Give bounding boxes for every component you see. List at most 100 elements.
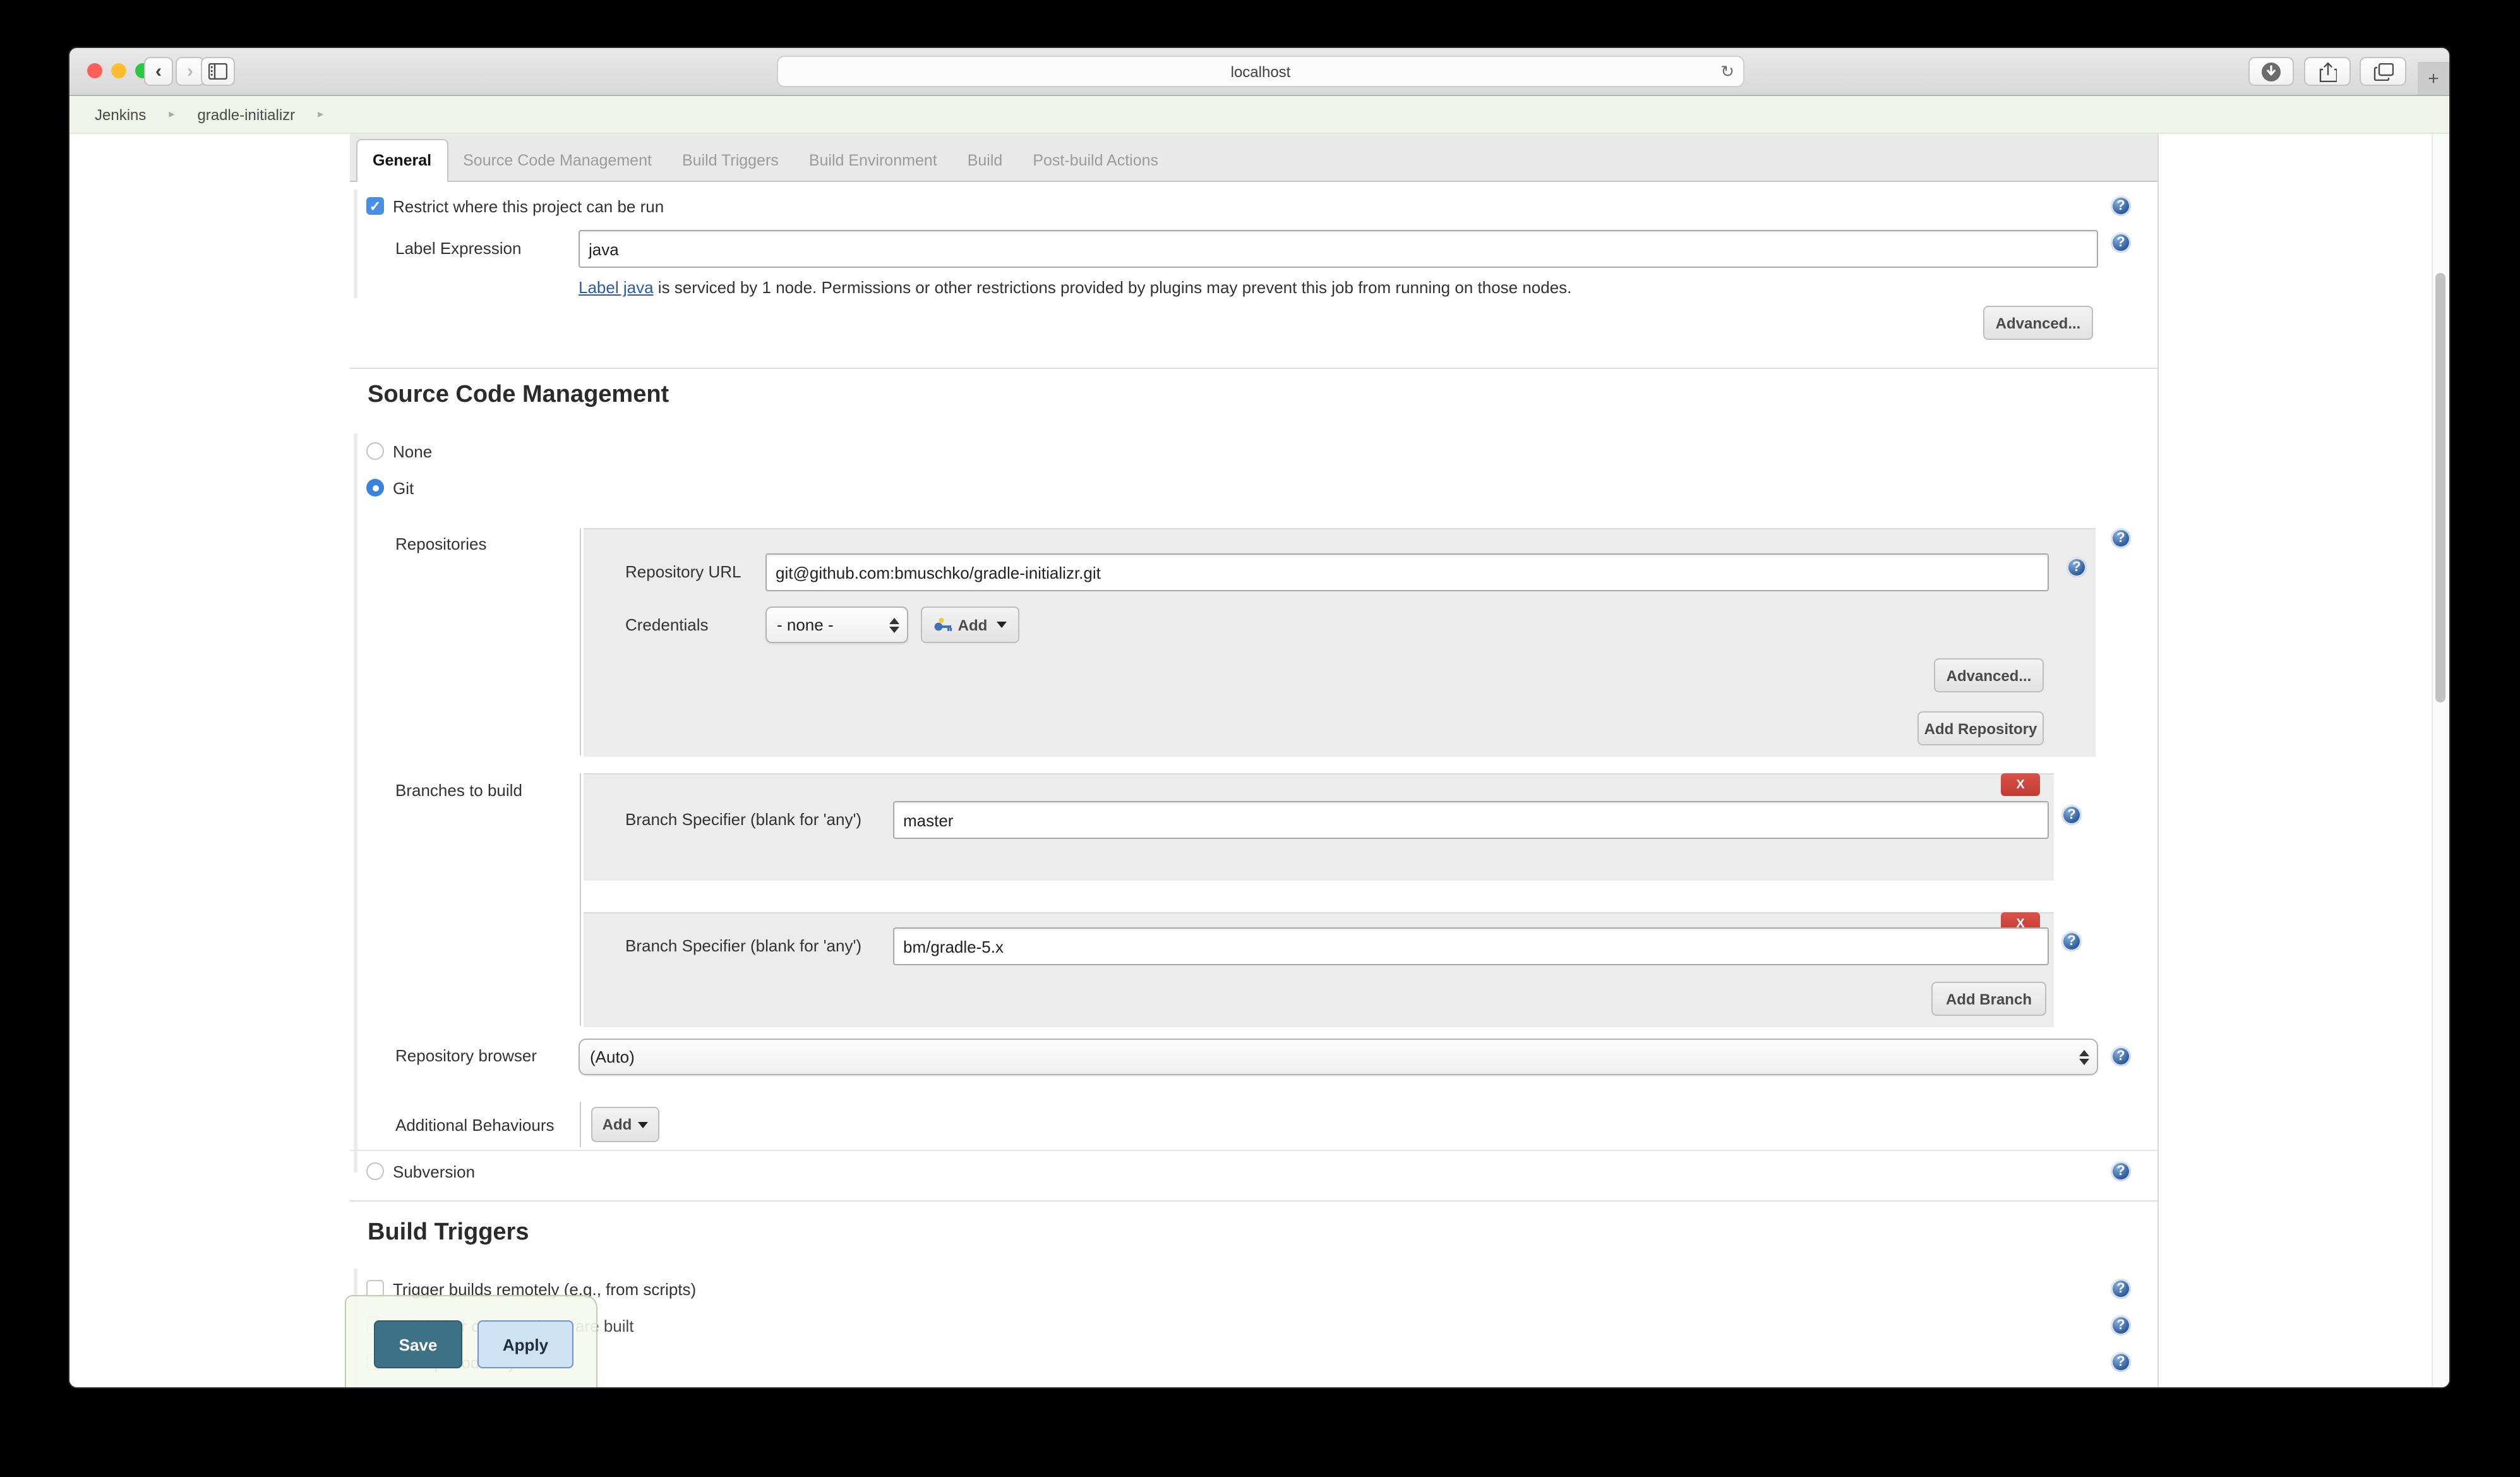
tab-post-build-actions[interactable]: Post-build Actions xyxy=(1017,140,1173,181)
repository-url-value: git@github.com:bmuschko/gradle-initializ… xyxy=(776,563,1101,582)
share-button[interactable] xyxy=(2304,57,2351,86)
restrict-checkbox[interactable]: ✓ xyxy=(366,197,384,215)
new-tab-button[interactable]: + xyxy=(2418,62,2449,95)
breadcrumb-separator-icon: ▸ xyxy=(318,107,323,121)
repository-browser-label: Repository browser xyxy=(395,1046,537,1065)
row-strip xyxy=(354,190,357,298)
page-scrollbar[interactable] xyxy=(2432,134,2448,1387)
forward-icon: › xyxy=(187,62,193,81)
label-java-link[interactable]: Label java xyxy=(579,278,654,297)
add-branch-button[interactable]: Add Branch xyxy=(1931,982,2046,1016)
breadcrumb: Jenkins ▸ gradle-initializr ▸ xyxy=(69,96,2449,134)
repositories-label: Repositories xyxy=(395,534,487,553)
branch-specifier-value: bm/gradle-5.x xyxy=(903,937,1004,956)
sidebar-button[interactable] xyxy=(201,57,235,86)
scrollbar-thumb[interactable] xyxy=(2435,273,2445,702)
browser-window: ‹ › localhost ↻ xyxy=(69,48,2449,1387)
minimize-window-button[interactable] xyxy=(111,63,126,78)
branch-specifier-input[interactable]: bm/gradle-5.x xyxy=(893,927,2049,965)
row-strip xyxy=(354,433,357,1173)
help-icon[interactable]: ? xyxy=(2061,805,2082,825)
row-divider xyxy=(350,1150,2157,1151)
add-credentials-button[interactable]: Add xyxy=(921,606,1019,643)
scm-subversion-label: Subversion xyxy=(393,1162,475,1181)
downloads-button[interactable] xyxy=(2248,57,2294,86)
add-behaviour-label: Add xyxy=(603,1116,632,1133)
browser-toolbar: ‹ › localhost ↻ xyxy=(69,48,2449,96)
apply-button[interactable]: Apply xyxy=(477,1320,573,1368)
add-repository-button[interactable]: Add Repository xyxy=(1917,711,2044,745)
help-icon[interactable]: ? xyxy=(2061,931,2082,951)
scm-none-radio[interactable] xyxy=(366,442,384,460)
help-icon[interactable]: ? xyxy=(2111,196,2131,216)
label-expression-input[interactable]: java xyxy=(579,230,2098,268)
help-icon[interactable]: ? xyxy=(2111,1161,2131,1181)
share-icon xyxy=(2319,61,2336,81)
section-divider xyxy=(350,1200,2157,1202)
label-expression-value: java xyxy=(589,239,619,258)
table-divider xyxy=(580,1102,581,1147)
tabs-icon xyxy=(2373,63,2393,80)
breadcrumb-item-job[interactable]: gradle-initializr xyxy=(197,106,295,123)
scm-git-radio[interactable] xyxy=(366,479,384,497)
tab-build-environment[interactable]: Build Environment xyxy=(794,140,952,181)
help-icon[interactable]: ? xyxy=(2111,528,2131,548)
repository-url-label: Repository URL xyxy=(625,562,741,581)
section-divider xyxy=(350,368,2157,369)
tab-general[interactable]: General xyxy=(356,139,448,182)
downloads-icon xyxy=(2261,61,2281,81)
caret-down-icon xyxy=(638,1121,648,1128)
address-bar[interactable]: localhost ↻ xyxy=(777,56,1744,87)
reload-icon[interactable]: ↻ xyxy=(1720,62,1734,82)
scm-git-label: Git xyxy=(393,479,414,498)
credentials-label: Credentials xyxy=(625,615,709,634)
screen: ‹ › localhost ↻ xyxy=(0,0,2520,1477)
config-tabbar: General Source Code Management Build Tri… xyxy=(350,134,2157,182)
address-text: localhost xyxy=(1231,63,1291,80)
additional-behaviours-label: Additional Behaviours xyxy=(395,1116,555,1135)
help-icon[interactable]: ? xyxy=(2111,1352,2131,1372)
help-icon[interactable]: ? xyxy=(2111,1046,2131,1066)
advanced-button-general[interactable]: Advanced... xyxy=(1983,306,2093,340)
branch-specifier-label: Branch Specifier (blank for 'any') xyxy=(625,936,861,955)
breadcrumb-item-jenkins[interactable]: Jenkins xyxy=(95,106,146,123)
help-icon[interactable]: ? xyxy=(2111,1279,2131,1299)
repository-browser-select[interactable]: (Auto) xyxy=(579,1039,2098,1075)
credentials-select[interactable]: - none - xyxy=(765,606,908,643)
tab-build[interactable]: Build xyxy=(952,140,1018,181)
advanced-button-repository[interactable]: Advanced... xyxy=(1934,658,2044,692)
help-icon[interactable]: ? xyxy=(2111,1315,2131,1335)
tab-build-triggers[interactable]: Build Triggers xyxy=(667,140,794,181)
build-triggers-heading: Build Triggers xyxy=(368,1219,529,1247)
branch-specifier-label: Branch Specifier (blank for 'any') xyxy=(625,810,861,829)
label-expression-label: Label Expression xyxy=(395,239,521,258)
branch-specifier-value: master xyxy=(903,811,953,829)
back-button[interactable]: ‹ xyxy=(144,57,173,86)
add-behaviour-button[interactable]: Add xyxy=(591,1107,659,1142)
show-tabs-button[interactable] xyxy=(2360,57,2406,86)
delete-branch-button[interactable]: X xyxy=(2001,773,2040,796)
repository-url-input[interactable]: git@github.com:bmuschko/gradle-initializ… xyxy=(765,553,2049,591)
breadcrumb-separator-icon: ▸ xyxy=(169,107,174,121)
table-divider xyxy=(580,773,581,1026)
caret-down-icon xyxy=(996,622,1006,628)
key-icon xyxy=(934,617,953,633)
table-divider xyxy=(580,528,581,756)
sidebar-icon xyxy=(208,63,227,80)
back-icon: ‹ xyxy=(155,62,162,81)
branches-to-build-label: Branches to build xyxy=(395,781,522,800)
save-button[interactable]: Save xyxy=(374,1320,462,1368)
scm-heading: Source Code Management xyxy=(368,382,669,409)
add-credentials-label: Add xyxy=(958,616,988,634)
restrict-label: Restrict where this project can be run xyxy=(393,197,664,216)
scm-subversion-radio[interactable] xyxy=(366,1162,384,1180)
config-page: General Source Code Management Build Tri… xyxy=(69,134,2449,1387)
tab-source-code-management[interactable]: Source Code Management xyxy=(448,140,667,181)
content-right-border xyxy=(2157,134,2159,1387)
credentials-selected-value: - none - xyxy=(777,615,834,634)
help-icon[interactable]: ? xyxy=(2067,557,2087,577)
help-icon[interactable]: ? xyxy=(2111,232,2131,253)
close-window-button[interactable] xyxy=(87,63,102,78)
branch-specifier-input[interactable]: master xyxy=(893,801,2049,839)
scm-none-label: None xyxy=(393,442,432,461)
